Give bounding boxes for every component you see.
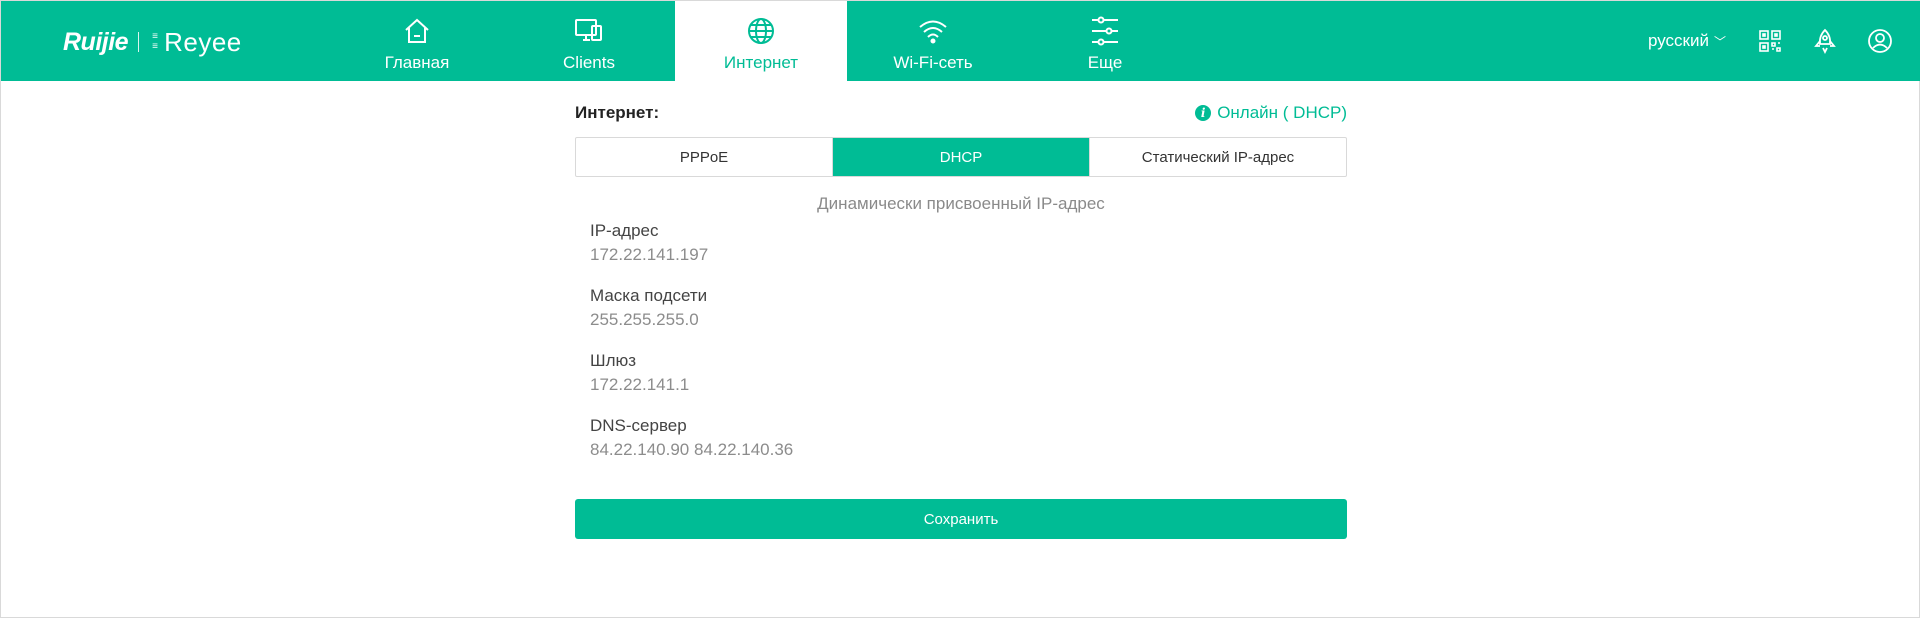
panel-header: Интернет: i Онлайн ( DHCP): [575, 103, 1347, 127]
user-icon[interactable]: [1866, 27, 1894, 55]
field-subnet-mask: Маска подсети 255.255.255.0: [590, 284, 793, 349]
field-label: IP-адрес: [590, 221, 659, 240]
logo-reyee: Reyee: [164, 26, 242, 57]
info-icon: i: [1195, 105, 1212, 121]
field-ip-address: IP-адрес 172.22.141.197: [590, 219, 793, 284]
globe-icon: [745, 15, 777, 47]
status-text: Онлайн ( DHCP): [1217, 103, 1347, 122]
chevron-down-icon: ﹀: [1713, 34, 1726, 49]
mode-description: Динамически присвоенный IP-адрес: [817, 194, 1105, 213]
mode-static-ip[interactable]: Статический IP-адрес: [1090, 138, 1346, 176]
field-value: 172.22.141.1: [590, 375, 690, 394]
tab-label: Главная: [384, 53, 450, 72]
brand-logo[interactable]: Ruijie ≡ ≡ Reyee: [63, 25, 242, 59]
section-title: Интернет:: [575, 103, 660, 122]
monitor-icon: [573, 15, 605, 47]
settings-sliders-icon: [1089, 15, 1121, 47]
dhcp-info-list: IP-адрес 172.22.141.197 Маска подсети 25…: [590, 219, 793, 479]
field-value: 255.255.255.0: [590, 310, 699, 329]
tab-internet[interactable]: Интернет: [675, 1, 847, 81]
wifi-icon: [917, 15, 949, 47]
field-dns-server: DNS-сервер 84.22.140.90 84.22.140.36: [590, 414, 793, 479]
logo-mark-icon: ≡ ≡: [152, 31, 158, 52]
connection-mode-selector: PPPoE DHCP Статический IP-адрес: [575, 137, 1347, 177]
mode-dhcp[interactable]: DHCP: [833, 138, 1090, 176]
top-navigation-bar: Ruijie ≡ ≡ Reyee Главная Clients Интерне…: [1, 1, 1920, 81]
logo-ruijie: Ruijie: [63, 27, 129, 56]
field-value: 172.22.141.197: [590, 245, 709, 264]
tab-clients[interactable]: Clients: [503, 1, 675, 81]
field-label: DNS-сервер: [590, 416, 687, 435]
tab-more[interactable]: Еще: [1019, 1, 1191, 81]
tab-label: Clients: [563, 53, 615, 72]
language-selector[interactable]: русский ﹀: [1648, 31, 1726, 51]
main-nav: Главная Clients Интернет Wi-Fi-сеть Еще: [331, 1, 1191, 81]
tab-wifi[interactable]: Wi-Fi-сеть: [847, 1, 1019, 81]
tab-home[interactable]: Главная: [331, 1, 503, 81]
rocket-icon[interactable]: [1811, 27, 1839, 55]
mode-pppoe[interactable]: PPPoE: [576, 138, 833, 176]
tab-label: Еще: [1087, 53, 1123, 72]
logo-separator: [138, 32, 140, 52]
header-tools: русский ﹀: [1648, 1, 1920, 81]
app-window: Ruijie ≡ ≡ Reyee Главная Clients Интерне…: [0, 0, 1920, 618]
connection-status: i Онлайн ( DHCP): [1195, 103, 1347, 123]
tab-label: Интернет: [723, 53, 799, 72]
language-label: русский: [1647, 31, 1709, 50]
home-icon: [401, 15, 433, 47]
field-gateway: Шлюз 172.22.141.1: [590, 349, 793, 414]
tab-label: Wi-Fi-сеть: [893, 53, 973, 72]
field-value: 84.22.140.90 84.22.140.36: [590, 440, 794, 459]
field-label: Шлюз: [590, 351, 637, 370]
save-button[interactable]: Сохранить: [575, 499, 1347, 539]
field-label: Маска подсети: [590, 286, 708, 305]
qr-code-icon[interactable]: [1756, 27, 1784, 55]
